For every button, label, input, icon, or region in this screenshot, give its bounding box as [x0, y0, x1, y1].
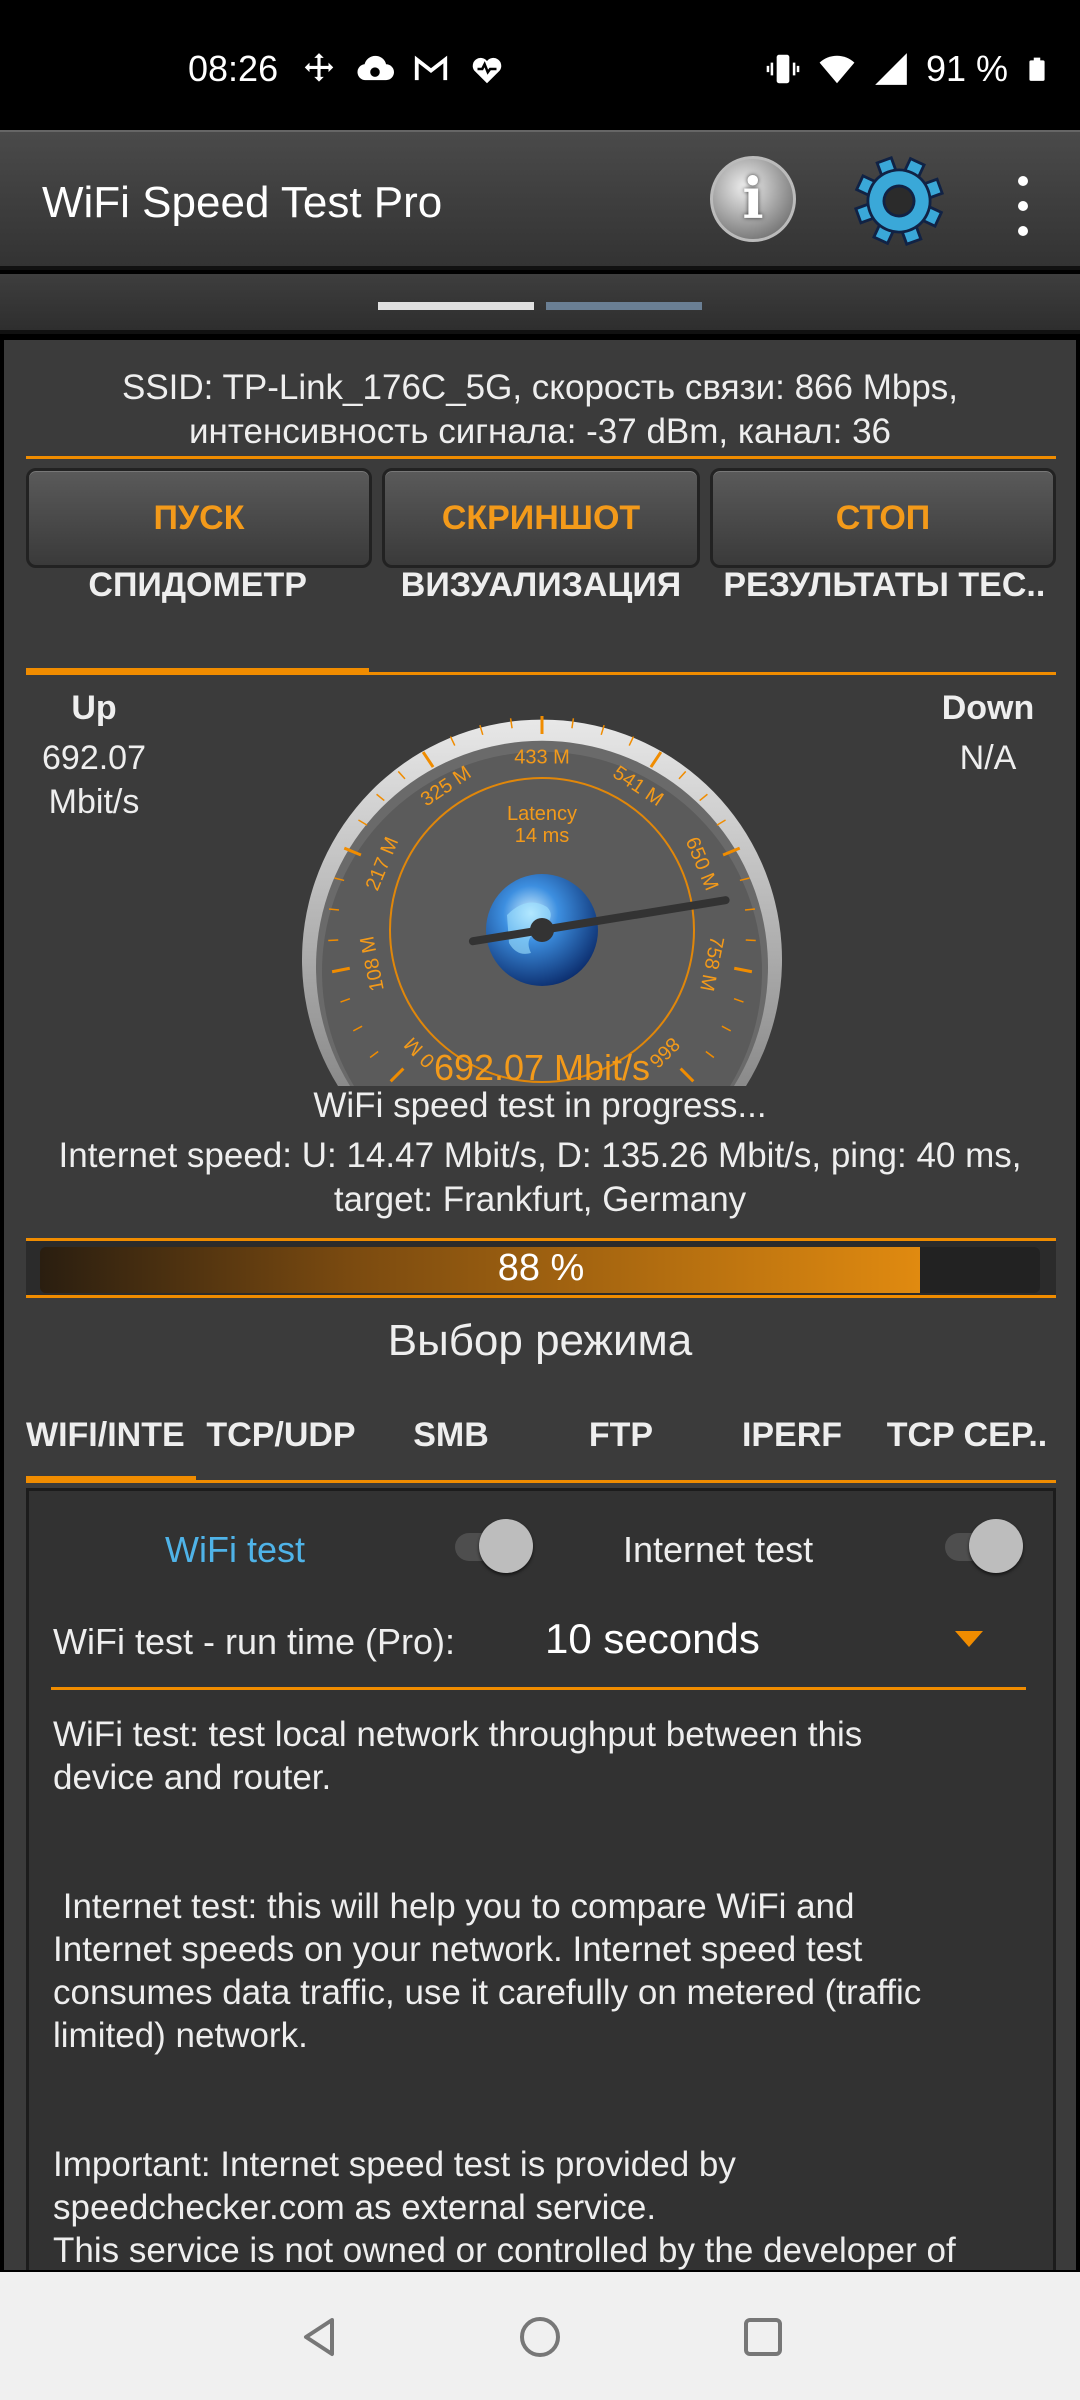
internet-speed-line-1: Internet speed: U: 14.47 Mbit/s, D: 135.…	[58, 1136, 1022, 1175]
main-content: SSID: TP-Link_176C_5G, скорость связи: 8…	[4, 340, 1076, 2270]
mode-title: Выбор режима	[387, 1316, 693, 1365]
wifi-icon	[819, 55, 855, 84]
recents-icon[interactable]	[738, 2312, 788, 2362]
divider	[26, 456, 1056, 459]
app-bar: WiFi Speed Test Pro i	[0, 130, 1080, 270]
runtime-underline	[51, 1687, 1026, 1690]
home-icon[interactable]	[515, 2312, 565, 2362]
upload-speed: Up 692.07 Mbit/s	[4, 686, 184, 824]
status-bar: 08:26 91 %	[0, 0, 1080, 130]
download-speed: Down N/A	[900, 686, 1076, 780]
wifi-test-description: WiFi test: test local network throughput…	[53, 1715, 863, 1797]
speedometer-gauge: 0 M108 M217 M325 M433 M541 M650 M758 M86…	[302, 716, 782, 1086]
gauge-tick	[328, 908, 340, 911]
view-tabs: СПИДОМЕТР ВИЗУАЛИЗАЦИЯ РЕЗУЛЬТАТЫ ТЕС..	[26, 540, 1056, 630]
connection-line-1: SSID: TP-Link_176C_5G, скорость связи: 8…	[121, 368, 959, 407]
mode-tab-active-indicator	[26, 1476, 196, 1483]
latency-value: 14 ms	[515, 825, 569, 847]
down-value: N/A	[959, 739, 1017, 777]
connection-info: SSID: TP-Link_176C_5G, скорость связи: 8…	[4, 366, 1076, 454]
mode-tabs: WIFI/INTE TCP/UDP SMB FTP IPERF TCP СЕР.…	[26, 1390, 1056, 1480]
cloud-sync-icon	[357, 55, 394, 81]
internet-speed-line-2: target: Frankfurt, Germany	[333, 1180, 747, 1219]
wifi-internet-panel: WiFi test Internet test WiFi test - run …	[26, 1488, 1056, 2270]
page-indicator-inactive[interactable]	[546, 302, 702, 310]
progress-label: 88 %	[497, 1247, 585, 1289]
runtime-label: WiFi test - run time (Pro):	[53, 1621, 456, 1662]
up-label: Up	[71, 689, 117, 727]
settings-gear-icon[interactable]	[852, 154, 946, 248]
notification-icons	[300, 50, 506, 88]
gauge-tick-label: 433 M	[514, 746, 570, 768]
tab-active-indicator	[26, 668, 369, 675]
heart-icon	[472, 57, 502, 84]
wifi-test-switch[interactable]	[449, 1519, 533, 1573]
test-status: WiFi speed test in progress...	[313, 1086, 767, 1125]
tab-tcp-udp[interactable]: TCP/UDP	[196, 1390, 366, 1480]
battery-icon	[1029, 57, 1045, 81]
down-label: Down	[941, 689, 1035, 727]
dropdown-arrow-icon[interactable]	[955, 1631, 983, 1647]
test-progress-bar: 88 %	[26, 1238, 1056, 1298]
connection-line-2: интенсивность сигнала: -37 dBm, канал: 3…	[188, 412, 892, 451]
gauge-tick	[744, 908, 756, 911]
info-icon: i	[742, 166, 764, 232]
up-value: 692.07	[42, 739, 146, 777]
gauge-readout: 692.07 Mbit/s	[434, 1047, 650, 1086]
tab-iperf[interactable]: IPERF	[706, 1390, 878, 1480]
move-icon	[304, 53, 334, 82]
internet-test-switch[interactable]	[939, 1519, 1023, 1573]
overflow-menu-icon[interactable]	[1008, 176, 1038, 236]
tab-smb[interactable]: SMB	[366, 1390, 536, 1480]
gmail-icon	[414, 55, 448, 81]
up-unit: Mbit/s	[48, 783, 140, 821]
tab-results[interactable]: РЕЗУЛЬТАТЫ ТЕС..	[713, 540, 1056, 630]
page-indicator-active[interactable]	[378, 302, 534, 310]
tab-ftp[interactable]: FTP	[536, 1390, 706, 1480]
important-notice: Important: Internet speed test is provid…	[53, 2145, 956, 2270]
tab-wifi-internet[interactable]: WIFI/INTE	[26, 1390, 196, 1480]
signal-icon	[875, 53, 907, 85]
latency-label: Latency	[507, 803, 577, 825]
system-nav-bar	[0, 2272, 1080, 2400]
runtime-select[interactable]: 10 seconds	[545, 1615, 760, 1663]
page-indicator	[0, 274, 1080, 334]
vibrate-icon	[766, 54, 800, 84]
internet-test-description: Internet test: this will help you to com…	[53, 1887, 922, 2055]
status-time: 08:26	[188, 48, 279, 89]
tab-tcp-server[interactable]: TCP СЕР..	[878, 1390, 1056, 1480]
battery-percent: 91 %	[925, 48, 1008, 89]
system-icons: 91 %	[764, 48, 1050, 90]
tab-speedometer[interactable]: СПИДОМЕТР	[26, 540, 369, 630]
info-button[interactable]: i	[710, 156, 796, 242]
tab-visualization[interactable]: ВИЗУАЛИЗАЦИЯ	[369, 540, 712, 630]
internet-test-label: Internet test	[623, 1529, 814, 1570]
app-title: WiFi Speed Test Pro	[42, 178, 443, 227]
back-icon[interactable]	[294, 2312, 344, 2362]
wifi-test-label: WiFi test	[165, 1529, 305, 1570]
